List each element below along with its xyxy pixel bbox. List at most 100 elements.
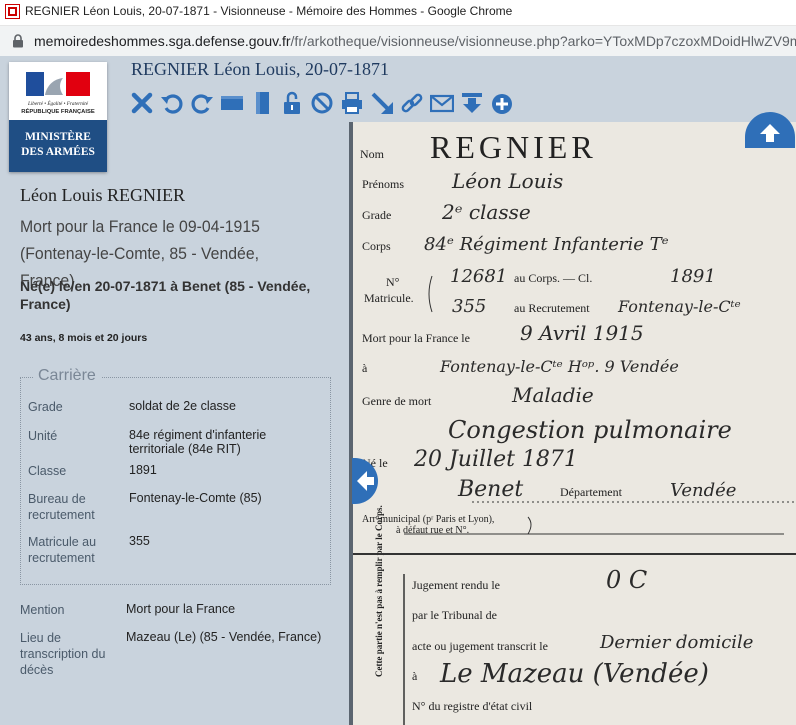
url-text[interactable]: memoiredeshommes.sga.defense.gouv.fr/fr/… (34, 33, 796, 49)
doc-hw-departement: Vendée (670, 480, 736, 501)
fit-width-icon (221, 96, 243, 110)
add-icon (492, 94, 512, 114)
doc-label-au-recrutement: au Recrutement (514, 301, 590, 315)
doc-hw-date-mort: 9 Avril 1915 (520, 321, 644, 345)
doc-side-note: Cette partie n'est pas à remplir par le … (374, 505, 384, 677)
transcription-value: Mazeau (Le) (85 - Vendée, France) (126, 630, 322, 644)
previous-page-button[interactable] (352, 458, 378, 504)
doc-hw-lieu-acte: Le Mazeau (Vendée) (439, 659, 709, 689)
doc-label-tribunal: par le Tribunal de (412, 608, 497, 622)
rotate-right-icon (191, 94, 213, 114)
add-button[interactable] (489, 90, 515, 116)
block-icon (311, 92, 333, 114)
career-label: Matricule au recrutement (28, 535, 97, 565)
block-button[interactable] (309, 90, 335, 116)
career-label: Bureau de recrutement (28, 492, 95, 522)
download-button[interactable] (459, 90, 485, 116)
doc-label-no: N° (386, 275, 400, 289)
site-favicon-icon (5, 4, 20, 19)
ministry-band: MINISTÈRE DES ARMÉES (9, 120, 107, 172)
print-icon (342, 92, 362, 114)
link-icon (401, 93, 423, 113)
rotate-left-icon (161, 94, 183, 114)
rotate-left-button[interactable] (159, 90, 185, 116)
career-value: soldat de 2e classe (129, 399, 237, 413)
close-icon (131, 92, 153, 114)
doc-label-departement: Département (560, 485, 623, 499)
doc-hw-genre2: Congestion pulmonaire (448, 416, 732, 444)
doc-hw-corps: 84ᵉ Régiment Infanterie Tᵉ (424, 234, 669, 255)
close-button[interactable] (129, 90, 155, 116)
doc-hw-grade: 2ᵉ classe (441, 200, 531, 224)
viewer-title: REGNIER Léon Louis, 20-07-1871 (131, 59, 389, 79)
fullscreen-button[interactable] (369, 90, 395, 116)
panel-divider[interactable] (349, 122, 353, 725)
marianne-logo-icon: Liberté • Égalité • Fraternité RÉPUBLIQU… (21, 72, 95, 115)
fit-height-button[interactable] (249, 90, 275, 116)
career-label: Unité (28, 429, 58, 443)
unlock-button[interactable] (279, 90, 305, 116)
doc-label-corps: Corps (362, 239, 391, 253)
republic-motto: Liberté • Égalité • Fraternité (27, 99, 89, 107)
fit-height-icon (256, 92, 269, 114)
address-bar[interactable]: memoiredeshommes.sga.defense.gouv.fr/fr/… (0, 26, 796, 56)
transcription-label: Lieu de transcription du décès (20, 631, 106, 677)
career-fieldset: Carrière Grade soldat de 2e classe Unité… (20, 367, 331, 585)
mail-icon (430, 94, 454, 113)
doc-hw-no-recrutement: 355 (452, 296, 486, 317)
doc-header-name: REGNIER (430, 129, 597, 165)
career-value: 84e régiment d'infanterie territoriale (… (129, 428, 267, 456)
fullscreen-icon (371, 92, 393, 114)
doc-label-registre: N° du registre d'état civil (412, 699, 533, 713)
document-viewer[interactable]: Nom Prénoms Grade Corps N° Matricule. au… (352, 122, 796, 725)
doc-hw-prenoms: Léon Louis (451, 169, 563, 193)
doc-label-mort-pour: Mort pour la France le (362, 331, 470, 345)
mention-value: Mort pour la France (126, 602, 236, 616)
career-legend: Carrière (33, 367, 101, 385)
doc-hw-lieu-mort: Fontenay-le-Cᵗᵉ Hᵒᵖ. 9 Vendée (439, 357, 679, 376)
rotate-right-button[interactable] (189, 90, 215, 116)
viewer-header: REGNIER Léon Louis, 20-07-1871 (0, 56, 796, 122)
mention-label: Mention (20, 603, 65, 617)
birth-info: Né(e) le/en 20-07-1871 à Benet (85 - Ven… (20, 278, 311, 312)
doc-hw-date-naissance: 20 Juillet 1871 (413, 447, 578, 472)
print-button[interactable] (339, 90, 365, 116)
doc-label-jugement: Jugement rendu le (412, 578, 500, 592)
scanned-record-card: Nom Prénoms Grade Corps N° Matricule. au… (352, 122, 796, 725)
doc-label-a: à (362, 361, 368, 375)
doc-label-nom: Nom (360, 147, 385, 161)
unlock-icon (284, 91, 300, 114)
doc-hw-classe: 1891 (670, 266, 716, 287)
doc-hw-jugement: 0 C (606, 566, 647, 594)
ministry-logo[interactable]: Liberté • Égalité • Fraternité RÉPUBLIQU… (9, 62, 107, 172)
doc-label-prenoms: Prénoms (362, 177, 404, 191)
url-host: memoiredeshommes.sga.defense.gouv.fr (34, 33, 291, 49)
doc-label-acte: acte ou jugement transcrit le (412, 639, 548, 653)
window-title: REGNIER Léon Louis, 20-07-1871 - Visionn… (25, 4, 513, 18)
ministry-line1: MINISTÈRE (25, 131, 91, 143)
career-label: Classe (28, 464, 67, 478)
doc-hw-recrutement: Fontenay-le-Cᵗᵉ (617, 297, 741, 316)
career-label: Grade (28, 400, 63, 414)
person-name: Léon Louis REGNIER (20, 185, 185, 205)
browser-titlebar: REGNIER Léon Louis, 20-07-1871 - Visionn… (0, 0, 796, 26)
doc-hw-no-corps: 12681 (450, 266, 507, 287)
doc-label-grade: Grade (362, 208, 391, 222)
arrow-up-icon (760, 124, 780, 142)
arrow-left-icon (357, 471, 374, 491)
viewer-toolbar (129, 90, 515, 116)
career-value: 1891 (129, 463, 157, 477)
career-value: Fontenay-le-Comte (85) (129, 491, 262, 505)
doc-label-matricule: Matricule. (364, 291, 414, 305)
url-path: /fr/arkotheque/visionneuse/visionneuse.p… (290, 33, 796, 49)
link-button[interactable] (399, 90, 425, 116)
doc-hw-acte: Dernier domicile (599, 632, 753, 653)
doc-hw-genre1: Maladie (511, 383, 594, 407)
scroll-up-button[interactable] (745, 112, 795, 148)
age-info: 43 ans, 8 mois et 20 jours (20, 332, 148, 344)
mail-button[interactable] (429, 90, 455, 116)
doc-label-au-corps: au Corps. — Cl. (514, 271, 592, 285)
fit-width-button[interactable] (219, 90, 245, 116)
info-panel: Léon Louis REGNIER Mort pour la France l… (0, 122, 352, 725)
ministry-line2: DES ARMÉES (21, 146, 95, 158)
